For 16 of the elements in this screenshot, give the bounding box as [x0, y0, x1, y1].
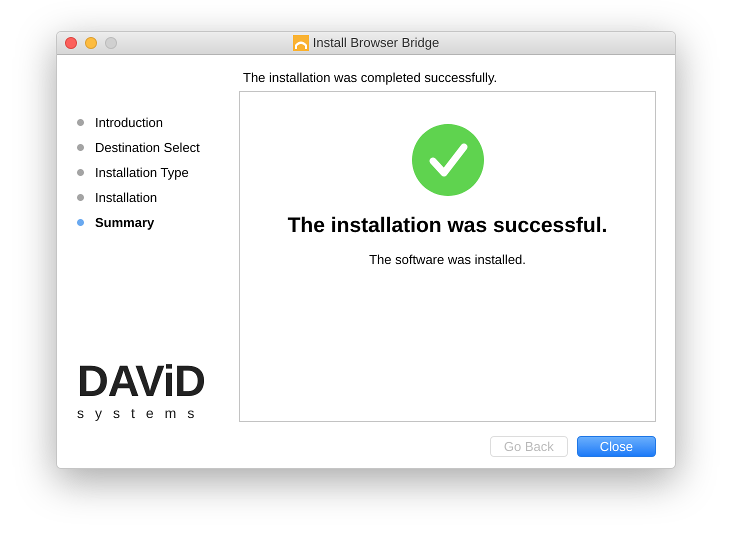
step-label: Installation: [95, 188, 158, 207]
bridge-icon: [292, 35, 309, 51]
step-label: Destination Select: [95, 138, 200, 157]
logo-wordmark: DAViD: [77, 360, 206, 404]
close-window-button[interactable]: [65, 37, 77, 49]
window-title: Install Browser Bridge: [312, 34, 440, 52]
logo-tagline: systems: [77, 404, 206, 422]
result-title: The installation was successful.: [288, 213, 608, 239]
step-label: Introduction: [95, 114, 163, 132]
result-message: The software was installed.: [369, 250, 526, 268]
step-label: Summary: [95, 214, 154, 232]
status-heading: The installation was completed successfully.: [242, 69, 498, 88]
checkmark-icon: [412, 124, 484, 196]
minimize-window-button[interactable]: [85, 37, 97, 49]
step-label: Installation Type: [95, 164, 189, 182]
dialog-button[interactable]: Close: [576, 436, 656, 457]
